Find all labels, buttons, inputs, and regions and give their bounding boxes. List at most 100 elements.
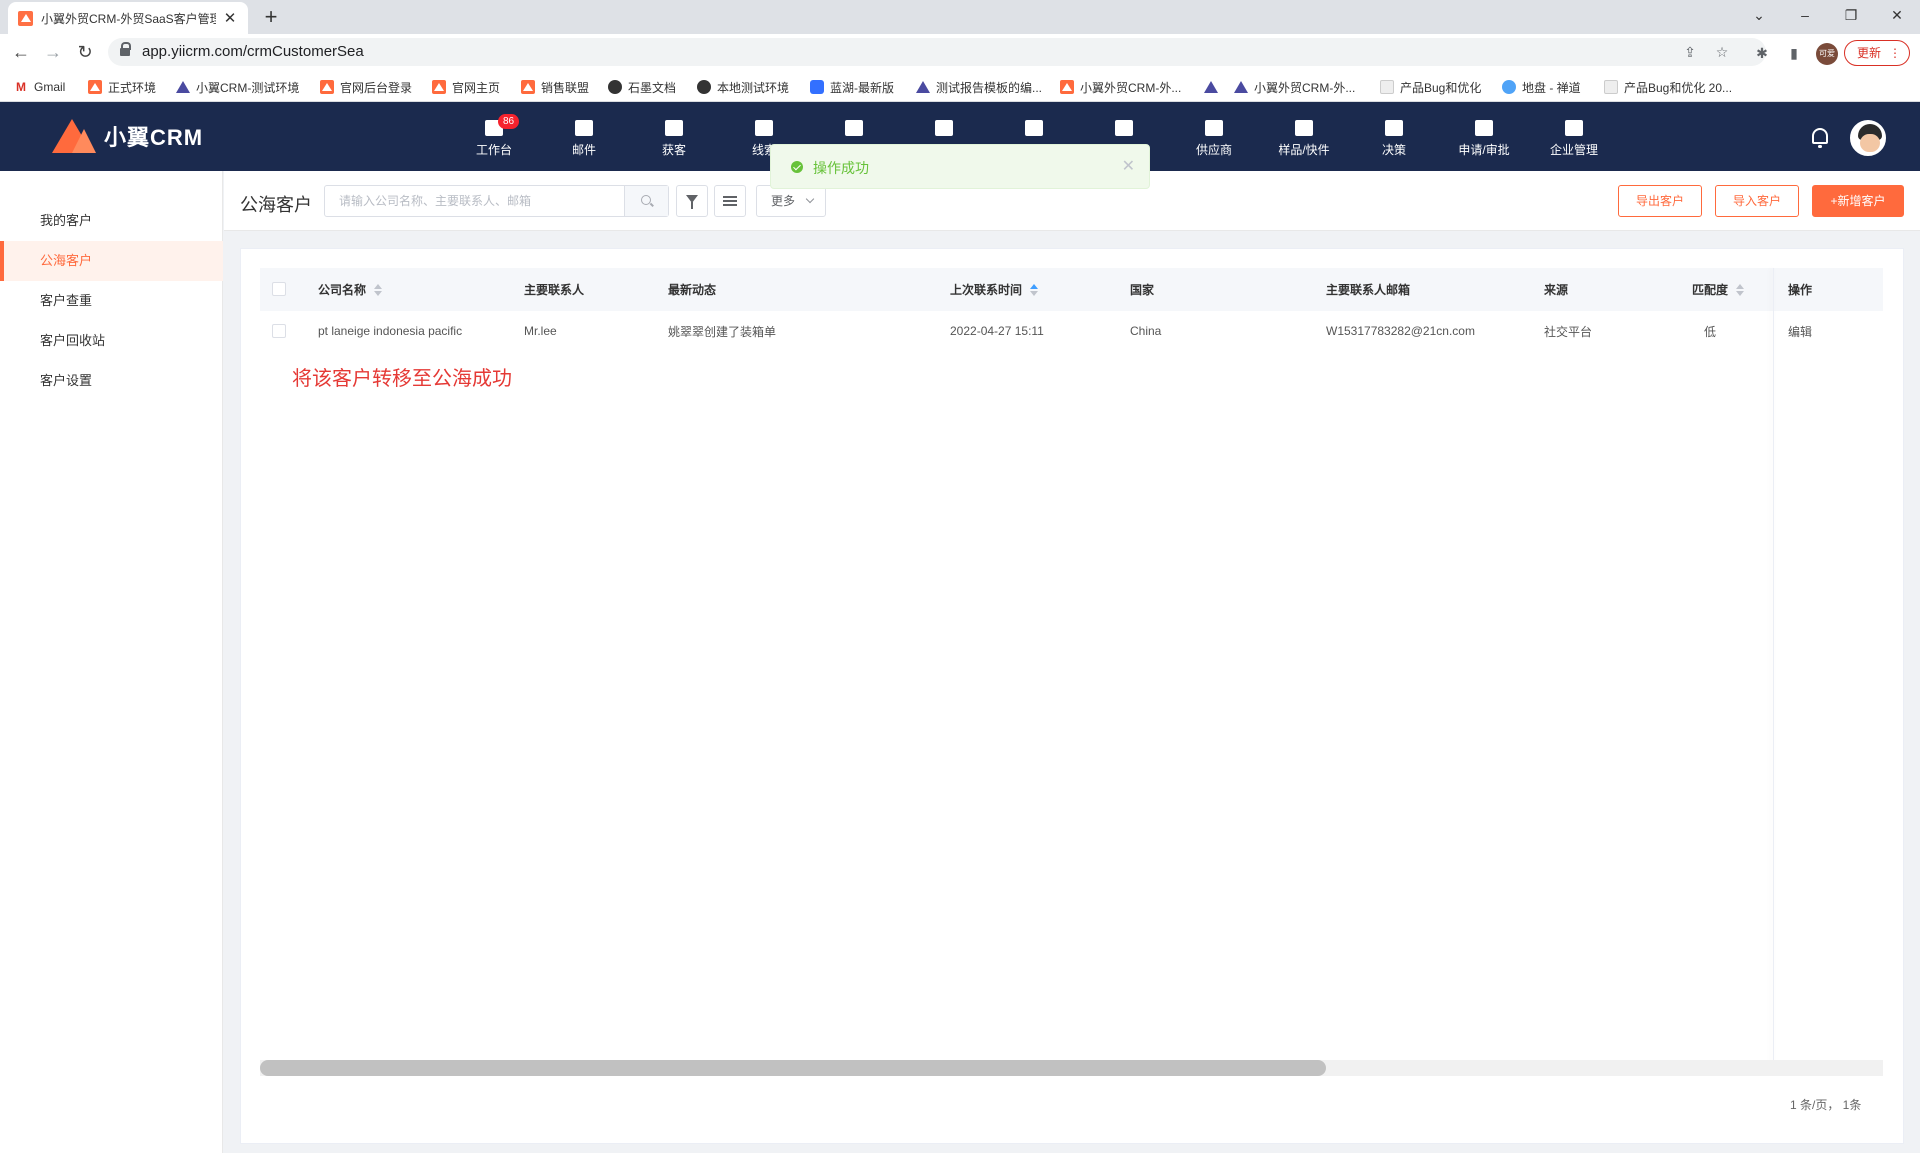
side-panel-icon[interactable]: ▮: [1784, 43, 1804, 63]
mail-icon: [575, 120, 593, 136]
table-row[interactable]: pt laneige indonesia pacific Mr.lee 姚翠翠创建了…: [260, 311, 1883, 351]
orange-bookmark-icon: [521, 80, 535, 94]
bookmark-item[interactable]: 产品Bug和优化 20...: [1604, 78, 1732, 96]
export-customers-button[interactable]: 导出客户: [1618, 185, 1702, 217]
bookmark-item[interactable]: 官网后台登录: [320, 78, 412, 96]
url-text[interactable]: app.yiicrm.com/crmCustomerSea: [142, 43, 364, 60]
gmail-bookmark-icon: M: [16, 80, 26, 94]
nav-item-1[interactable]: 邮件: [544, 120, 624, 158]
nav-item-4[interactable]: [814, 120, 894, 141]
nav-item-5[interactable]: [904, 120, 984, 141]
browser-toolbar: ← → ↻ app.yiicrm.com/crmCustomerSea ⇪ ☆ …: [0, 34, 1920, 70]
column-header-label: 公司名称: [318, 283, 367, 297]
bookmark-item[interactable]: 测试报告模板的编...: [916, 78, 1042, 96]
add-customer-button[interactable]: +新增客户: [1812, 185, 1904, 217]
address-bar[interactable]: app.yiicrm.com/crmCustomerSea ⇪ ☆: [108, 38, 1766, 66]
bookmark-item[interactable]: [1204, 78, 1224, 96]
bookmark-label: 地盘 - 禅道: [1522, 80, 1581, 95]
tab-favicon-icon: [18, 10, 33, 26]
menu-dots-icon[interactable]: ⋮: [1889, 41, 1901, 65]
sidebar-item-2[interactable]: 客户查重: [0, 281, 223, 321]
bookmark-label: 小翼外贸CRM-外...: [1254, 80, 1356, 95]
nav-item-11[interactable]: 申请/审批: [1444, 120, 1524, 158]
share-icon[interactable]: ⇪: [1680, 42, 1700, 62]
toast-close-icon[interactable]: ✕: [1122, 156, 1135, 176]
app-logo[interactable]: 小翼CRM: [50, 119, 203, 153]
bookmark-item[interactable]: 石墨文档: [608, 78, 676, 96]
tab-search-icon[interactable]: ⌄: [1736, 0, 1782, 30]
sidebar-item-3[interactable]: 客户回收站: [0, 321, 223, 361]
notification-badge: 86: [498, 114, 520, 129]
tab-close-icon[interactable]: ✕: [222, 9, 238, 27]
restore-button[interactable]: ❐: [1828, 0, 1874, 30]
nav-item-9[interactable]: 样品/快件: [1264, 120, 1344, 158]
search-button[interactable]: [624, 186, 668, 216]
bookmark-item[interactable]: 销售联盟: [521, 78, 589, 96]
more-dropdown[interactable]: 更多: [756, 185, 826, 217]
nav-item-8[interactable]: 供应商: [1174, 120, 1254, 158]
bookmark-item[interactable]: 蓝湖-最新版: [810, 78, 894, 96]
sidebar-item-4[interactable]: 客户设置: [0, 361, 223, 401]
sort-icon[interactable]: [374, 283, 383, 296]
nav-item-2[interactable]: 获客: [634, 120, 714, 158]
nav-item-6[interactable]: [994, 120, 1074, 141]
bookmark-item[interactable]: 小翼外贸CRM-外...: [1234, 78, 1355, 96]
horizontal-scrollbar[interactable]: [260, 1060, 1883, 1076]
nav-item-12[interactable]: 企业管理: [1534, 120, 1614, 158]
column-header[interactable]: 匹配度: [1692, 268, 1745, 311]
bookmark-item[interactable]: 小翼外贸CRM-外...: [1060, 78, 1181, 96]
scrollbar-thumb[interactable]: [260, 1060, 1326, 1076]
sidebar-item-1[interactable]: 公海客户: [0, 241, 223, 281]
browser-tab[interactable]: 小翼外贸CRM-外贸SaaS客户管理 ✕: [8, 2, 248, 34]
import-customers-button[interactable]: 导入客户: [1715, 185, 1799, 217]
sort-icon[interactable]: [1030, 283, 1039, 296]
forward-icon[interactable]: →: [40, 39, 66, 65]
sort-icon[interactable]: [1736, 283, 1745, 296]
nav-item-10[interactable]: 决策: [1354, 120, 1434, 158]
update-button[interactable]: 更新 ⋮: [1844, 40, 1910, 66]
bookmark-label: 蓝湖-最新版: [830, 80, 894, 95]
bookmark-label: 测试报告模板的编...: [936, 80, 1043, 95]
logo-mark-icon: [50, 119, 98, 153]
circle-bookmark-icon: [697, 80, 711, 94]
nav-item-0[interactable]: 工作台 86: [454, 114, 534, 158]
nav-item-7[interactable]: [1084, 120, 1164, 141]
orange-bookmark-icon: [320, 80, 334, 94]
back-icon[interactable]: ←: [8, 39, 34, 65]
search-input[interactable]: [325, 186, 625, 216]
column-header[interactable]: 上次联系时间: [950, 268, 1039, 311]
bookmark-item[interactable]: 正式环境: [88, 78, 156, 96]
edit-link[interactable]: 编辑: [1788, 311, 1812, 351]
bookmark-item[interactable]: 小翼CRM-测试环境: [176, 78, 299, 96]
profile-avatar[interactable]: 可爱: [1816, 43, 1838, 65]
column-header: 来源: [1544, 268, 1568, 311]
bookmark-item[interactable]: 产品Bug和优化: [1380, 78, 1481, 96]
sidebar-item-0[interactable]: 我的客户: [0, 201, 223, 241]
bookmark-item[interactable]: 本地测试环境: [697, 78, 789, 96]
column-header: 主要联系人邮箱: [1326, 268, 1410, 311]
row-checkbox[interactable]: [272, 324, 286, 338]
column-settings-button[interactable]: [714, 185, 746, 217]
bookmark-star-icon[interactable]: ☆: [1712, 42, 1732, 62]
minimize-button[interactable]: –: [1782, 0, 1828, 30]
new-tab-button[interactable]: +: [258, 4, 284, 30]
close-window-button[interactable]: ✕: [1874, 0, 1920, 30]
lock-icon[interactable]: [120, 42, 131, 58]
nav-label: 申请/审批: [1458, 143, 1510, 157]
bell-icon[interactable]: [1812, 128, 1828, 148]
orange-bookmark-icon: [432, 80, 446, 94]
select-all-checkbox[interactable]: [272, 282, 286, 296]
annotation-text: 将该客户转移至公海成功: [292, 368, 512, 390]
extensions-icon[interactable]: ✱: [1752, 43, 1772, 63]
bookmark-item[interactable]: 地盘 - 禅道: [1502, 78, 1581, 96]
column-header[interactable]: 公司名称: [318, 268, 383, 311]
user-avatar[interactable]: [1850, 120, 1886, 156]
bookmark-item[interactable]: 官网主页: [432, 78, 500, 96]
filter-button[interactable]: [676, 185, 708, 217]
supplier-icon: [1205, 120, 1223, 136]
bookmark-label: 小翼外贸CRM-外...: [1080, 80, 1182, 95]
column-header-label: 匹配度: [1692, 283, 1729, 297]
browser-tab-bar: 小翼外贸CRM-外贸SaaS客户管理 ✕ + ⌄ – ❐ ✕: [0, 0, 1920, 34]
reload-icon[interactable]: ↻: [72, 39, 98, 65]
bookmark-item[interactable]: M Gmail: [14, 78, 65, 96]
